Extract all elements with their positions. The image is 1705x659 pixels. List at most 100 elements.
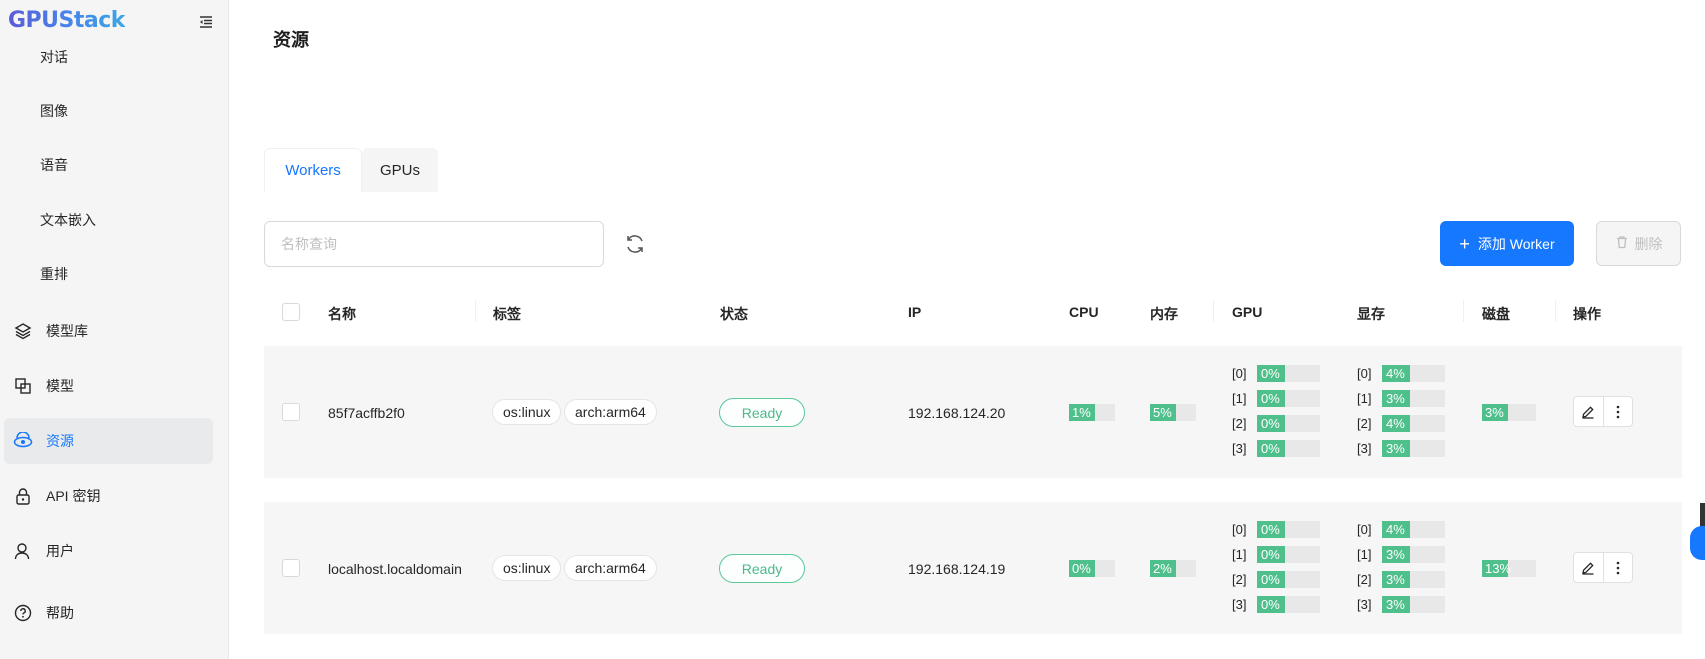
app-logo[interactable]: GPUStack bbox=[8, 8, 125, 33]
gpu-index: [0] bbox=[1232, 522, 1247, 537]
disk-bar: 3% bbox=[1482, 404, 1536, 421]
label-tag: arch:arm64 bbox=[564, 399, 657, 425]
vram-usage-bar: 3% bbox=[1382, 390, 1445, 407]
gpu-index: [3] bbox=[1232, 441, 1247, 456]
col-memory: 内存 bbox=[1150, 306, 1178, 322]
col-divider bbox=[1555, 300, 1556, 322]
edit-icon[interactable] bbox=[1574, 397, 1603, 426]
nav-models[interactable]: 模型 bbox=[4, 363, 213, 409]
refresh-icon[interactable] bbox=[624, 233, 646, 255]
row-actions bbox=[1573, 552, 1633, 583]
add-worker-label: 添加 Worker bbox=[1477, 235, 1555, 252]
search-input[interactable] bbox=[264, 221, 604, 267]
disk-value: 3% bbox=[1482, 404, 1508, 421]
vram-usage-value: 3% bbox=[1382, 390, 1410, 407]
row-checkbox[interactable] bbox=[282, 403, 300, 421]
nav-label: 模型 bbox=[46, 378, 74, 394]
collapse-sidebar-icon[interactable] bbox=[198, 14, 214, 30]
vram-index: [0] bbox=[1357, 366, 1372, 381]
col-divider bbox=[1213, 300, 1214, 322]
col-disk: 磁盘 bbox=[1482, 306, 1510, 322]
vram-usage-bar: 3% bbox=[1382, 546, 1445, 563]
nav-embedding[interactable]: 文本嵌入 bbox=[40, 210, 96, 230]
label-tag: arch:arm64 bbox=[564, 555, 657, 581]
select-all-checkbox[interactable] bbox=[282, 303, 300, 321]
page-title: 资源 bbox=[273, 30, 309, 50]
edit-icon[interactable] bbox=[1574, 553, 1603, 582]
nav-help[interactable]: 帮助 bbox=[4, 590, 213, 636]
vram-usage-bar: 4% bbox=[1382, 365, 1445, 382]
vram-index: [3] bbox=[1357, 441, 1372, 456]
nav-api-keys[interactable]: API 密钥 bbox=[4, 473, 213, 519]
nav-model-catalog[interactable]: 模型库 bbox=[4, 308, 213, 354]
col-vram: 显存 bbox=[1357, 306, 1385, 322]
gpu-usage-bar: 0% bbox=[1257, 415, 1320, 432]
vram-usage-value: 3% bbox=[1382, 546, 1410, 563]
memory-bar: 5% bbox=[1150, 404, 1196, 421]
col-actions: 操作 bbox=[1573, 306, 1601, 322]
col-divider bbox=[1463, 300, 1464, 322]
vram-usage-value: 4% bbox=[1382, 365, 1410, 382]
vram-index: [1] bbox=[1357, 391, 1372, 406]
col-name[interactable]: 名称 bbox=[328, 304, 356, 324]
cpu-value: 1% bbox=[1069, 404, 1095, 421]
plus-icon: + bbox=[1459, 233, 1470, 254]
gpu-index: [2] bbox=[1232, 416, 1247, 431]
vram-usage-value: 4% bbox=[1382, 415, 1410, 432]
gpu-usage-value: 0% bbox=[1257, 521, 1285, 538]
disk-bar: 13% bbox=[1482, 560, 1536, 577]
col-divider bbox=[475, 300, 476, 322]
gpu-index: [1] bbox=[1232, 391, 1247, 406]
gpu-usage-bar: 0% bbox=[1257, 365, 1320, 382]
worker-name: localhost.localdomain bbox=[328, 561, 462, 577]
nav-users[interactable]: 用户 bbox=[4, 528, 213, 574]
vram-usage-value: 3% bbox=[1382, 596, 1410, 613]
tab-bar: Workers GPUs bbox=[264, 148, 438, 192]
more-icon[interactable] bbox=[1602, 397, 1632, 426]
gpu-usage-value: 0% bbox=[1257, 365, 1285, 382]
status-badge: Ready bbox=[719, 554, 805, 583]
worker-ip: 192.168.124.20 bbox=[908, 405, 1006, 421]
lock-icon bbox=[12, 485, 34, 507]
resources-icon bbox=[12, 430, 34, 452]
nav-image[interactable]: 图像 bbox=[40, 101, 68, 121]
tab-gpus[interactable]: GPUs bbox=[362, 148, 438, 192]
nav-label: 资源 bbox=[46, 433, 74, 449]
gpu-usage-value: 0% bbox=[1257, 415, 1285, 432]
tab-workers[interactable]: Workers bbox=[264, 148, 362, 192]
vram-usage-bar: 3% bbox=[1382, 571, 1445, 588]
user-icon bbox=[12, 540, 34, 562]
nav-label: API 密钥 bbox=[46, 488, 101, 504]
sidebar: GPUStack 对话 图像 语音 文本嵌入 重排 模型库 模型 资源 API … bbox=[0, 0, 229, 659]
gpu-index: [0] bbox=[1232, 366, 1247, 381]
gpu-usage-value: 0% bbox=[1257, 546, 1285, 563]
gpu-usage-value: 0% bbox=[1257, 571, 1285, 588]
gpu-usage-bar: 0% bbox=[1257, 521, 1320, 538]
gpu-usage-bar: 0% bbox=[1257, 440, 1320, 457]
delete-label: 删除 bbox=[1634, 235, 1663, 252]
layers-icon bbox=[12, 320, 34, 342]
gpu-usage-value: 0% bbox=[1257, 390, 1285, 407]
col-gpu: GPU bbox=[1232, 304, 1263, 320]
vram-index: [3] bbox=[1357, 597, 1372, 612]
vram-usage-bar: 3% bbox=[1382, 440, 1445, 457]
nav-rerank[interactable]: 重排 bbox=[40, 264, 68, 284]
vram-usage-value: 3% bbox=[1382, 571, 1410, 588]
vram-index: [0] bbox=[1357, 522, 1372, 537]
memory-value: 5% bbox=[1150, 404, 1176, 421]
vram-usage-bar: 3% bbox=[1382, 596, 1445, 613]
floating-help-button[interactable] bbox=[1690, 526, 1705, 560]
nav-chat[interactable]: 对话 bbox=[40, 47, 68, 67]
delete-button[interactable]: 删除 bbox=[1596, 221, 1681, 266]
row-checkbox[interactable] bbox=[282, 559, 300, 577]
worker-ip: 192.168.124.19 bbox=[908, 561, 1006, 577]
add-worker-button[interactable]: + 添加 Worker bbox=[1440, 221, 1574, 266]
nav-resources[interactable]: 资源 bbox=[4, 418, 213, 464]
nav-audio[interactable]: 语音 bbox=[40, 155, 68, 175]
gpu-usage-value: 0% bbox=[1257, 596, 1285, 613]
vram-usage-bar: 4% bbox=[1382, 415, 1445, 432]
vram-index: [2] bbox=[1357, 416, 1372, 431]
more-icon[interactable] bbox=[1602, 553, 1632, 582]
gpu-usage-value: 0% bbox=[1257, 440, 1285, 457]
label-tag: os:linux bbox=[492, 399, 562, 425]
